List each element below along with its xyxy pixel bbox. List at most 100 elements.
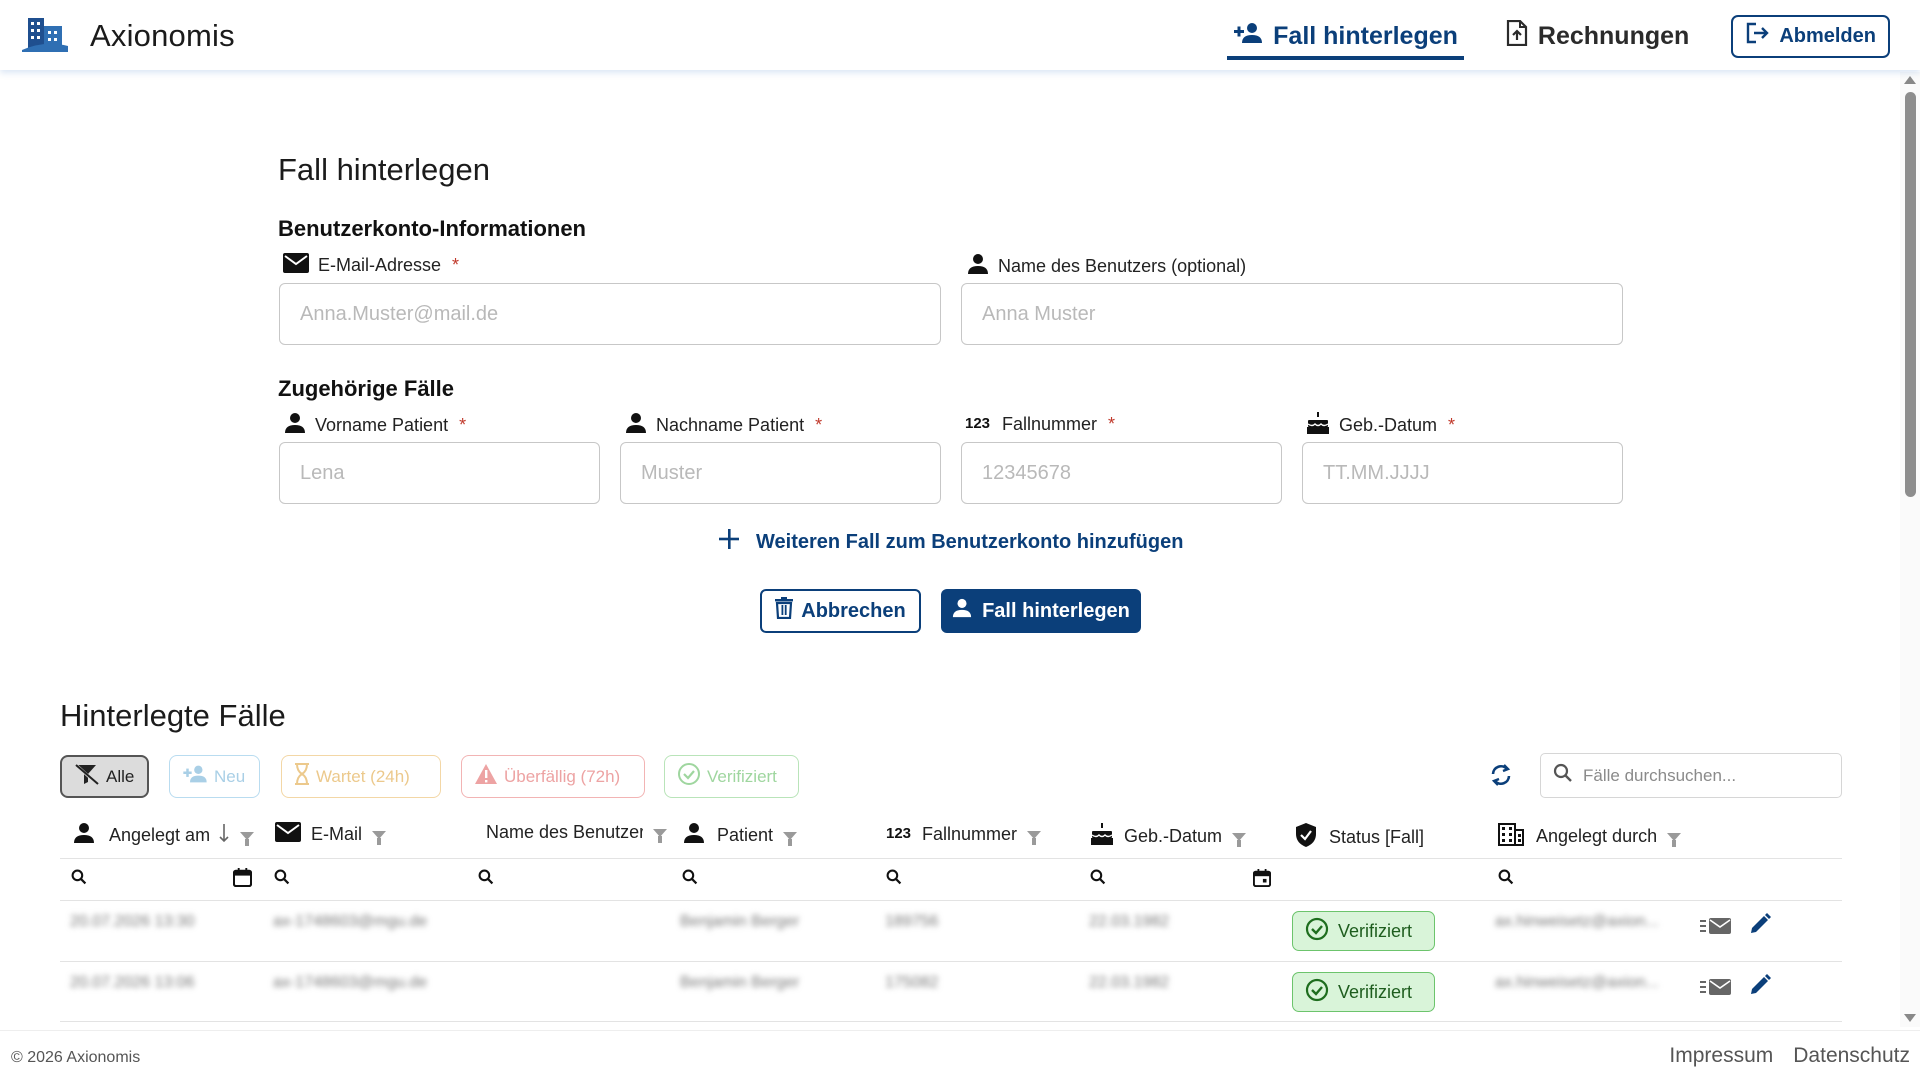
plus-icon: [718, 528, 740, 556]
cancel-button[interactable]: Abbrechen: [760, 589, 921, 633]
calendar-icon[interactable]: [232, 868, 253, 892]
divider: [60, 1021, 1842, 1022]
cell-case-number: 175082: [885, 974, 939, 991]
cell-created-at: 20.07.2026 13:30: [70, 913, 195, 930]
firstname-input[interactable]: [279, 442, 600, 504]
document-upload-icon: [1506, 19, 1528, 53]
logout-icon: [1745, 22, 1771, 50]
cases-section-title: Zugehörige Fälle: [278, 376, 455, 401]
search-icon[interactable]: [274, 869, 290, 890]
email-input[interactable]: [279, 283, 941, 345]
cell-email: ax-1748603@mgu.de: [273, 913, 428, 930]
filter-overdue-chip[interactable]: Überfällig (72h): [461, 755, 645, 798]
filter-icon[interactable]: [1232, 832, 1247, 847]
search-icon[interactable]: [478, 869, 494, 890]
cake-icon: [1090, 822, 1114, 851]
divider: [60, 961, 1842, 962]
column-header-username[interactable]: Name des Benutzers: [486, 822, 667, 843]
filter-verified-chip[interactable]: Verifiziert: [664, 755, 799, 798]
person-icon: [73, 822, 95, 849]
search-icon[interactable]: [1498, 869, 1514, 890]
scroll-up-arrow-icon[interactable]: [1904, 76, 1916, 84]
search-icon[interactable]: [1090, 869, 1106, 890]
scrollbar-thumb[interactable]: [1905, 92, 1916, 497]
birthdate-input[interactable]: [1302, 442, 1623, 504]
filter-waiting-chip[interactable]: Wartet (24h): [281, 755, 441, 798]
building-logo-icon: [22, 14, 68, 57]
filter-icon[interactable]: [240, 831, 255, 846]
svg-text:123: 123: [886, 825, 911, 842]
filter-all-chip[interactable]: Alle: [60, 755, 149, 798]
scroll-down-arrow-icon[interactable]: [1904, 1014, 1916, 1022]
status-badge: Verifiziert: [1292, 911, 1435, 951]
filter-new-chip[interactable]: Neu: [169, 755, 260, 798]
column-header-created-by[interactable]: Angelegt durch: [1498, 822, 1682, 851]
cases-search-input[interactable]: [1583, 765, 1823, 786]
column-header-status[interactable]: Status [Fall]: [1295, 822, 1424, 853]
search-icon: [1553, 763, 1573, 788]
column-header-email[interactable]: E-Mail: [275, 822, 387, 847]
filter-icon[interactable]: [783, 831, 798, 846]
submit-case-button[interactable]: Fall hinterlegen: [941, 589, 1141, 633]
numbers-123-icon: 123: [886, 822, 914, 847]
column-header-created-at[interactable]: Angelegt am: [73, 822, 255, 849]
logout-button[interactable]: Abmelden: [1731, 14, 1890, 58]
cell-created-at: 20.07.2026 13:06: [70, 974, 195, 991]
casenumber-input[interactable]: [961, 442, 1282, 504]
top-navigation-bar: Axionomis Fall hinterlegen Rechnungen Ab…: [0, 0, 1920, 70]
send-mail-icon[interactable]: [1700, 977, 1732, 1002]
lastname-input[interactable]: [620, 442, 941, 504]
sort-down-icon[interactable]: [218, 823, 230, 848]
cases-search[interactable]: [1540, 753, 1842, 798]
office-building-icon: [1498, 822, 1524, 851]
username-input[interactable]: [961, 283, 1623, 345]
filter-icon[interactable]: [1027, 830, 1042, 845]
column-header-patient[interactable]: Patient: [683, 822, 798, 849]
firstname-label: Vorname Patient *: [284, 412, 466, 439]
search-icon[interactable]: [71, 869, 87, 890]
send-mail-icon[interactable]: [1700, 916, 1732, 941]
privacy-link[interactable]: Datenschutz: [1793, 1044, 1910, 1068]
check-circle-icon: [677, 762, 701, 791]
svg-text:123: 123: [965, 415, 990, 432]
status-badge: Verifiziert: [1292, 972, 1435, 1012]
check-circle-icon: [1305, 978, 1329, 1007]
check-circle-icon: [1305, 917, 1329, 946]
cell-created-by: ax.hinweisetz@axion...: [1495, 974, 1659, 991]
search-icon[interactable]: [886, 869, 902, 890]
search-icon[interactable]: [682, 869, 698, 890]
form-title: Fall hinterlegen: [278, 152, 490, 187]
brand[interactable]: Axionomis: [22, 14, 235, 57]
filter-icon[interactable]: [1667, 832, 1682, 847]
imprint-link[interactable]: Impressum: [1669, 1044, 1773, 1068]
calendar-icon[interactable]: [1252, 869, 1272, 892]
filter-icon[interactable]: [372, 830, 387, 845]
filter-icon[interactable]: [653, 828, 667, 843]
cell-patient: Benjamin Berger: [680, 913, 800, 930]
person-icon: [625, 412, 647, 439]
add-person-icon: [1233, 21, 1263, 52]
divider: [60, 858, 1842, 859]
cell-email: ax-1748603@mgu.de: [273, 974, 428, 991]
nav-rechnungen[interactable]: Rechnungen: [1500, 13, 1695, 59]
edit-pencil-icon[interactable]: [1748, 973, 1772, 1002]
warning-icon: [474, 763, 498, 790]
footer-links: Impressum Datenschutz: [1669, 1044, 1910, 1068]
shield-check-icon: [1295, 822, 1317, 853]
edit-pencil-icon[interactable]: [1748, 912, 1772, 941]
cell-created-by: ax.hinweisetz@axion...: [1495, 913, 1659, 930]
cell-patient: Benjamin Berger: [680, 974, 800, 991]
username-label: Name des Benutzers (optional): [967, 253, 1246, 280]
mail-icon: [275, 822, 301, 847]
account-section-title: Benutzerkonto-Informationen: [278, 216, 586, 241]
nav-fall-hinterlegen[interactable]: Fall hinterlegen: [1227, 12, 1464, 60]
nav-rechnungen-label: Rechnungen: [1537, 21, 1690, 50]
main-nav: Fall hinterlegen Rechnungen Abmelden: [1191, 12, 1890, 60]
brand-name: Axionomis: [90, 17, 235, 53]
column-header-birthdate[interactable]: Geb.-Datum: [1090, 822, 1247, 851]
column-header-case-number[interactable]: 123 Fallnummer: [886, 822, 1042, 847]
footer: © 2026 Axionomis Impressum Datenschutz: [0, 1030, 1920, 1080]
refresh-icon[interactable]: [1488, 762, 1514, 793]
add-case-link[interactable]: Weiteren Fall zum Benutzerkonto hinzufüg…: [718, 528, 1183, 556]
lastname-label: Nachname Patient *: [625, 412, 822, 439]
